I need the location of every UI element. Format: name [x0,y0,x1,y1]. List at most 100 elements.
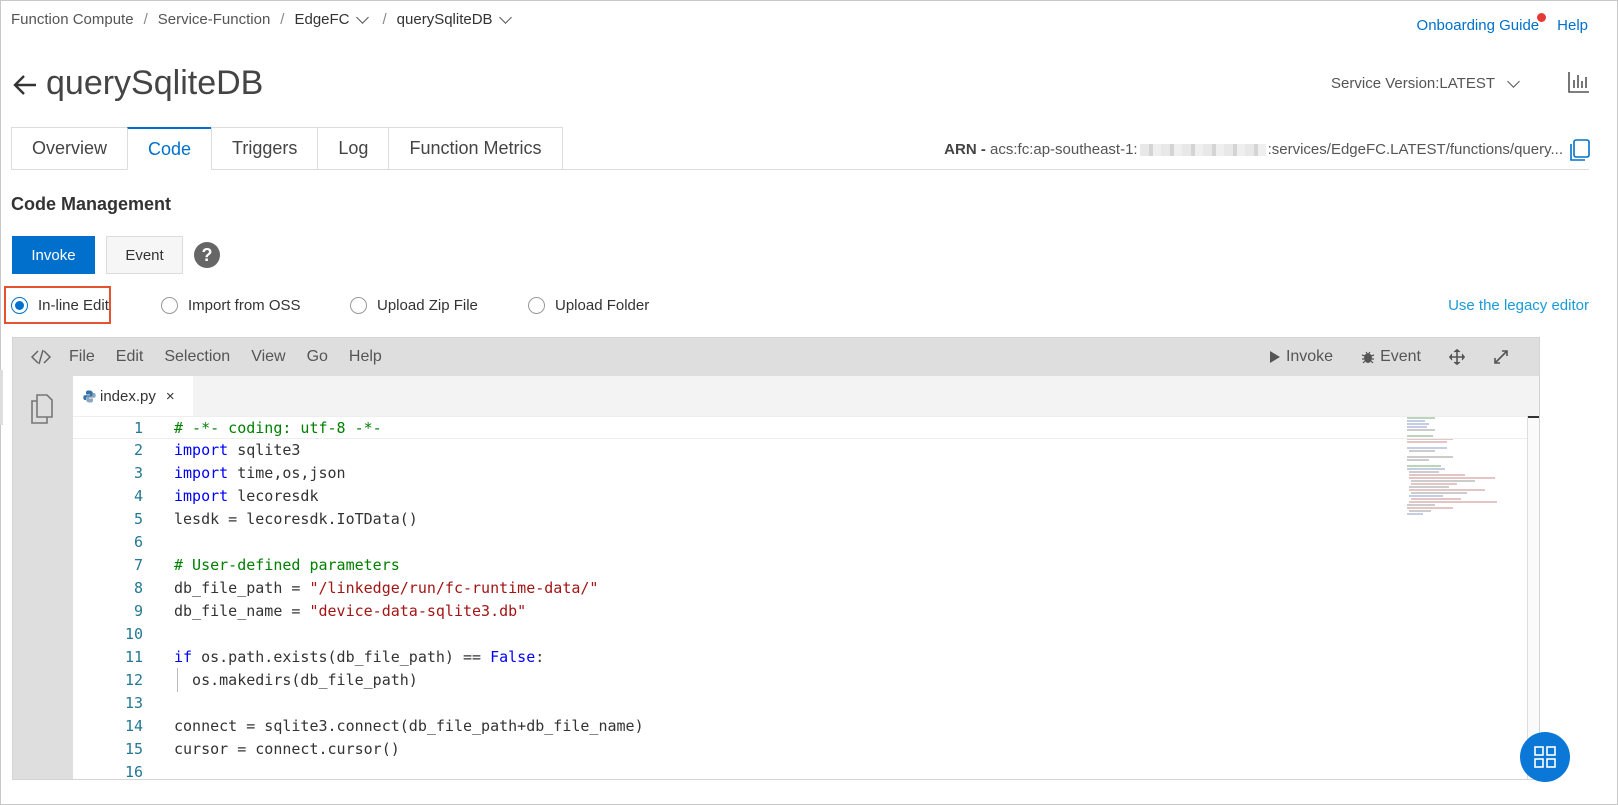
radio-upload-zip[interactable]: Upload Zip File [350,297,478,314]
code-editor: File Edit Selection View Go Help Invoke … [12,337,1540,780]
help-icon[interactable]: ? [194,242,220,268]
tab-log[interactable]: Log [317,127,389,170]
breadcrumb-service-label: EdgeFC [294,11,350,28]
code-text: import sqlite3 [174,439,300,462]
bar-chart-icon[interactable] [1568,71,1590,93]
service-version-select[interactable]: Service Version:LATEST [1331,74,1520,92]
event-button[interactable]: Event [106,236,183,274]
code-token: "device-data-sqlite3.db" [309,602,527,620]
radio-unselected-icon [350,297,367,314]
line-number: 6 [133,533,143,551]
chevron-down-icon [498,10,512,24]
code-token: # User-defined parameters [174,556,400,574]
header-links: Onboarding Guide Help [1417,13,1588,34]
editor-logo-icon [13,348,69,366]
breadcrumb-function-compute[interactable]: Function Compute [11,11,134,28]
line-number: 14 [124,717,143,735]
notification-dot [1537,13,1547,22]
legacy-editor-link[interactable]: Use the legacy editor [1448,297,1589,314]
tabs-divider [530,169,1589,170]
code-text: db_file_path = "/linkedge/run/fc-runtime… [174,577,598,600]
code-line: 13 [73,692,1527,715]
onboarding-guide-link[interactable]: Onboarding Guide [1417,13,1547,34]
radio-unselected-icon [161,297,178,314]
code-token: False [490,648,536,666]
line-number: 2 [133,441,143,459]
menu-view[interactable]: View [251,348,285,366]
code-token: import [174,487,229,505]
python-file-icon [83,390,96,402]
back-arrow-icon[interactable] [12,72,38,98]
radio-selected-icon [11,297,28,314]
grid-apps-icon [1534,746,1556,768]
code-token: time,os,json [228,464,346,482]
code-text: lesdk = lecoresdk.IoTData() [174,508,418,531]
page-title: querySqliteDB [46,64,264,102]
editor-invoke-label: Invoke [1285,348,1334,365]
help-link[interactable]: Help [1557,17,1588,34]
file-tab-index-py[interactable]: index.py × [73,376,193,416]
radio-inline-edit-label: In-line Edit [38,297,109,314]
code-token: os.path.exists(db_file_path) == [192,648,491,666]
breadcrumb-separator: / [280,11,285,28]
code-text: db_file_name = "device-data-sqlite3.db" [174,600,526,623]
menu-file[interactable]: File [69,348,95,366]
editor-event-label: Event [1380,348,1421,365]
editor-event-button[interactable]: Event [1361,348,1421,366]
code-area[interactable]: 1 # -*- coding: utf-8 -*- 2 import sqlite3 3… [73,416,1527,779]
explorer-files-icon[interactable] [30,394,54,424]
invoke-button[interactable]: Invoke [12,236,95,274]
breadcrumb-service-function[interactable]: Service-Function [158,11,271,28]
arn-label: ARN - [944,141,986,158]
radio-upload-folder[interactable]: Upload Folder [528,297,649,314]
tab-overview[interactable]: Overview [11,127,128,170]
menu-selection[interactable]: Selection [164,348,230,366]
code-line: 5 lesdk = lecoresdk.IoTData() [73,508,1527,531]
arn-suffix: :services/EdgeFC.LATEST/functions/query.… [1267,141,1563,158]
line-number: 15 [124,740,143,758]
radio-inline-edit[interactable]: In-line Edit [11,297,109,314]
breadcrumb-separator: / [143,11,148,28]
code-management-title: Code Management [11,194,172,214]
tab-triggers[interactable]: Triggers [211,127,318,170]
line-number: 13 [124,694,143,712]
chevron-down-icon [1507,74,1520,88]
breadcrumb-function-dropdown[interactable]: querySqliteDB [397,10,512,28]
menu-edit[interactable]: Edit [116,348,144,366]
code-token: import [174,464,229,482]
menu-help[interactable]: Help [349,348,382,366]
arn-prefix: acs:fc:ap-southeast-1: [990,141,1138,158]
radio-import-oss[interactable]: Import from OSS [161,297,301,314]
floating-apps-button[interactable] [1520,732,1570,782]
code-token: lesdk = lecoresdk.IoTData() [174,510,418,528]
editor-invoke-button[interactable]: Invoke [1269,348,1333,366]
editor-vertical-scrollbar[interactable] [1527,416,1539,779]
menu-go[interactable]: Go [307,348,328,366]
line-number: 7 [133,556,143,574]
line-number: 12 [124,671,143,689]
page-side-marker [0,370,3,425]
code-line: 11 if os.path.exists(db_file_path) == Fal… [73,646,1527,669]
line-number: 11 [124,648,143,666]
close-icon[interactable]: × [166,388,175,405]
code-line: 10 [73,623,1527,646]
arn-redacted-account [1139,144,1266,157]
code-line: 16 [73,761,1527,779]
expand-icon[interactable] [1493,349,1509,365]
copy-icon[interactable] [1570,139,1590,161]
line-number: 5 [133,510,143,528]
move-icon[interactable] [1449,349,1465,365]
code-token: cursor = connect.cursor() [174,740,400,758]
code-line: 1 # -*- coding: utf-8 -*- [73,416,1527,439]
radio-unselected-icon [528,297,545,314]
tab-code[interactable]: Code [127,127,212,170]
bug-icon [1361,351,1375,364]
code-text: cursor = connect.cursor() [174,738,400,761]
code-token: os.makedirs(db_file_path) [174,671,418,689]
code-token: db_file_name = [174,602,310,620]
line-number: 1 [133,419,143,437]
breadcrumb-separator: / [382,11,387,28]
tab-function-metrics[interactable]: Function Metrics [388,127,563,170]
breadcrumb-service-dropdown[interactable]: EdgeFC [294,10,369,28]
code-line: 9 db_file_name = "device-data-sqlite3.db" [73,600,1527,623]
